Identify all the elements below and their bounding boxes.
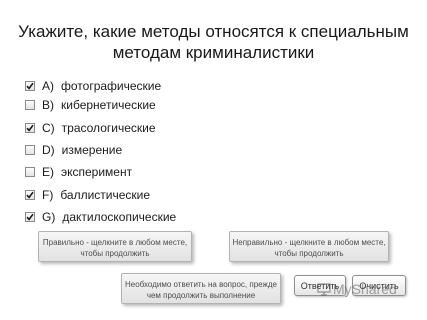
option-letter: G) <box>42 210 56 224</box>
option-letter: F) <box>42 188 54 202</box>
option-label: кибернетические <box>61 98 156 112</box>
checkbox[interactable] <box>25 100 35 110</box>
incorrect-feedback-line-2: чтобы продолжить <box>274 249 344 258</box>
checkbox[interactable] <box>25 81 35 91</box>
checkbox[interactable] <box>25 167 35 177</box>
option-e[interactable]: E) эксперимент <box>25 164 132 180</box>
answer-required-line-2: чем продолжить выполнение <box>146 291 256 300</box>
option-label: измерение <box>61 143 123 157</box>
incorrect-feedback-line-1: Неправильно - щелкните в любом месте, <box>232 238 386 247</box>
correct-feedback-line-1: Правильно - щелкните в любом месте, <box>42 238 188 247</box>
option-letter: E) <box>42 165 54 179</box>
option-label: трасологические <box>61 121 156 135</box>
option-label: дактилоскопические <box>62 210 177 224</box>
checkbox[interactable] <box>25 123 35 133</box>
checkmark-icon <box>26 191 34 199</box>
question-title-line-2: методам криминалистики <box>112 43 315 62</box>
submit-button[interactable]: Ответить <box>294 275 346 296</box>
option-c[interactable]: C) трасологические <box>25 120 156 136</box>
option-letter: A) <box>42 79 54 93</box>
incorrect-feedback-panel[interactable]: Неправильно - щелкните в любом месте, чт… <box>229 231 389 262</box>
checkmark-icon <box>26 124 34 132</box>
option-label: баллистические <box>60 188 151 202</box>
checkbox[interactable] <box>25 190 35 200</box>
option-g[interactable]: G) дактилоскопические <box>25 209 176 225</box>
clear-button[interactable]: Очистить <box>352 275 406 296</box>
correct-feedback-panel[interactable]: Правильно - щелкните в любом месте, чтоб… <box>38 231 192 262</box>
option-f[interactable]: F) баллистические <box>25 187 150 203</box>
option-b[interactable]: B) кибернетические <box>25 97 156 113</box>
question-title-line-1: Укажите, какие методы относятся к специа… <box>18 22 409 41</box>
option-letter: C) <box>42 121 55 135</box>
checkbox[interactable] <box>25 212 35 222</box>
answer-required-panel: Необходимо ответить на вопрос, прежде че… <box>121 273 281 304</box>
option-letter: B) <box>42 98 54 112</box>
checkmark-icon <box>26 82 34 90</box>
option-letter: D) <box>42 143 55 157</box>
correct-feedback-line-2: чтобы продолжить <box>80 249 150 258</box>
checkbox[interactable] <box>25 145 35 155</box>
answer-required-line-1: Необходимо ответить на вопрос, прежде <box>125 280 277 289</box>
option-a[interactable]: A) фотографические <box>25 78 161 94</box>
option-label: фотографические <box>61 79 162 93</box>
checkmark-icon <box>26 213 34 221</box>
option-label: эксперимент <box>61 165 133 179</box>
option-d[interactable]: D) измерение <box>25 142 122 158</box>
